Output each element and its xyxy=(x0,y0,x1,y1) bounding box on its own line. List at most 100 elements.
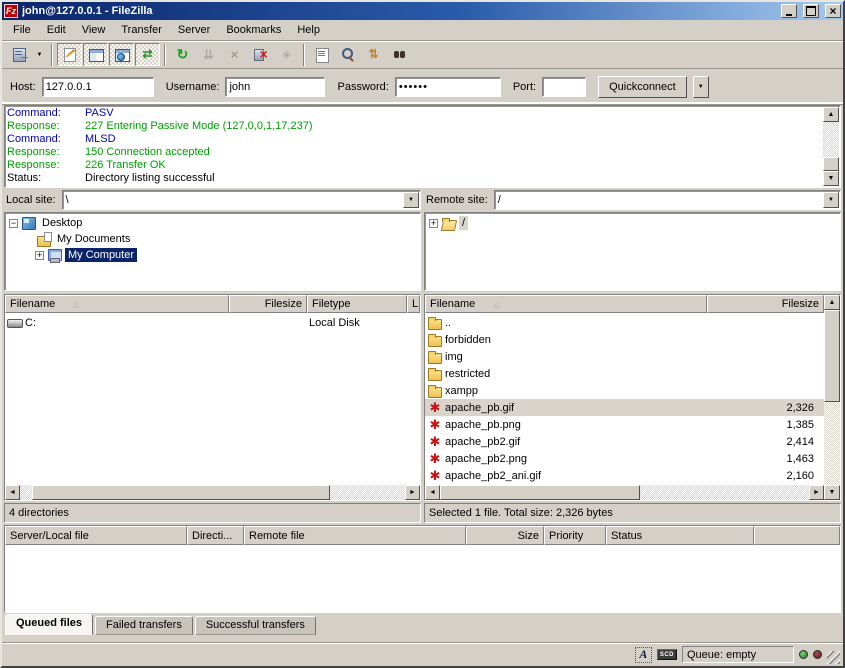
scroll-track[interactable] xyxy=(823,122,839,171)
scroll-up-icon[interactable]: ▲ xyxy=(823,107,839,122)
scroll-left-icon[interactable]: ◄ xyxy=(425,485,440,500)
scroll-down-icon[interactable]: ▼ xyxy=(824,485,840,500)
toggle-local-tree-icon xyxy=(88,47,104,62)
scroll-thumb[interactable] xyxy=(823,157,839,171)
scroll-right-icon[interactable]: ► xyxy=(405,485,420,500)
remote-site-value: / xyxy=(498,194,840,206)
site-manager-button[interactable] xyxy=(6,43,31,66)
local-site-bar: Local site: \ xyxy=(4,190,421,210)
close-button[interactable] xyxy=(825,4,841,18)
column-server-local-file[interactable]: Server/Local file xyxy=(5,526,187,545)
column-last-modified[interactable]: L xyxy=(407,295,420,313)
file-row[interactable]: .. xyxy=(425,314,824,331)
local-hscrollbar[interactable]: ◄ ► xyxy=(5,485,420,500)
remote-site-dropdown[interactable] xyxy=(823,192,839,208)
file-row[interactable]: apache_pb2_ani.gif 2,160 xyxy=(425,467,824,484)
menu-item[interactable]: File xyxy=(5,21,39,39)
remote-hscrollbar[interactable]: ◄ ► xyxy=(425,485,824,500)
tab-queued-files[interactable]: Queued files xyxy=(5,614,93,635)
scroll-right-icon[interactable]: ► xyxy=(809,485,824,500)
file-row[interactable]: apache_pb2.gif 2,414 xyxy=(425,433,824,450)
filter-button[interactable] xyxy=(309,43,334,66)
column-filesize[interactable]: Filesize xyxy=(229,295,307,313)
quickconnect-button[interactable]: Quickconnect xyxy=(598,76,687,98)
scroll-up-icon[interactable]: ▲ xyxy=(824,295,840,310)
host-input[interactable] xyxy=(42,77,154,97)
menu-item[interactable]: Server xyxy=(170,21,218,39)
dropdown-arrow-icon xyxy=(32,47,48,62)
toggle-log-button[interactable] xyxy=(57,43,82,66)
remote-vscrollbar[interactable]: ▲ ▼ xyxy=(824,295,840,500)
compare-button[interactable] xyxy=(335,43,360,66)
file-row[interactable]: restricted xyxy=(425,365,824,382)
resize-grip[interactable] xyxy=(827,651,840,664)
column-priority[interactable]: Priority xyxy=(544,526,606,545)
column-remote-file[interactable]: Remote file xyxy=(244,526,466,545)
file-row[interactable]: apache_pb2.png 1,463 xyxy=(425,450,824,467)
find-button[interactable] xyxy=(387,43,412,66)
expander-icon[interactable] xyxy=(9,219,18,228)
toggle-queue-button[interactable] xyxy=(135,43,160,66)
scroll-track[interactable] xyxy=(20,485,405,500)
column-filename[interactable]: Filename△ xyxy=(5,295,229,313)
cancel-button xyxy=(222,43,247,66)
maximize-button[interactable] xyxy=(803,4,819,18)
log-scrollbar[interactable]: ▲ ▼ xyxy=(823,107,839,186)
sync-browsing-button[interactable] xyxy=(361,43,386,66)
expander-icon[interactable] xyxy=(429,219,438,228)
toggle-remote-tree-button[interactable] xyxy=(109,43,134,66)
column-filename[interactable]: Filename△ xyxy=(425,295,707,313)
tree-item-root[interactable]: / xyxy=(425,215,840,231)
tab-successful-transfers[interactable]: Successful transfers xyxy=(195,616,316,635)
file-row[interactable]: apache_pb.png 1,385 xyxy=(425,416,824,433)
menu-item[interactable]: Edit xyxy=(39,21,74,39)
menu-item[interactable]: View xyxy=(74,21,114,39)
tree-item-my-documents[interactable]: My Documents xyxy=(5,231,420,247)
toggle-local-tree-button[interactable] xyxy=(83,43,108,66)
refresh-button[interactable] xyxy=(170,43,195,66)
quickconnect-dropdown-button[interactable] xyxy=(693,76,709,98)
file-row[interactable]: apache_pb.gif 2,326 xyxy=(425,399,824,416)
minimize-button[interactable] xyxy=(781,4,797,18)
column-filetype[interactable]: Filetype xyxy=(307,295,407,313)
scroll-track[interactable] xyxy=(440,485,809,500)
titlebar[interactable]: Fz john@127.0.0.1 - FileZilla xyxy=(2,2,843,20)
tab-failed-transfers[interactable]: Failed transfers xyxy=(95,616,193,635)
disconnect-button[interactable] xyxy=(248,43,273,66)
scroll-left-icon[interactable]: ◄ xyxy=(5,485,20,500)
expander-icon[interactable] xyxy=(35,251,44,260)
scroll-thumb[interactable] xyxy=(824,310,840,402)
port-input[interactable] xyxy=(542,77,586,97)
remote-site-combo[interactable]: / xyxy=(494,190,841,210)
scroll-thumb[interactable] xyxy=(440,485,640,500)
column-direction[interactable]: Directi... xyxy=(187,526,244,545)
process-queue-icon xyxy=(201,47,217,62)
file-row[interactable]: img xyxy=(425,348,824,365)
column-size[interactable]: Size xyxy=(466,526,544,545)
file-row[interactable]: forbidden xyxy=(425,331,824,348)
local-site-value: \ xyxy=(66,194,420,206)
tree-item-my-computer[interactable]: My Computer xyxy=(5,247,420,263)
local-list-body: C: Local Disk xyxy=(5,313,420,485)
dropdown-arrow-button[interactable] xyxy=(32,43,47,66)
speed-limit-icon[interactable]: SCD xyxy=(657,649,677,660)
scroll-track[interactable] xyxy=(824,310,840,485)
transfer-type-icon[interactable]: A xyxy=(635,647,652,663)
local-site-combo[interactable]: \ xyxy=(62,190,421,210)
local-site-dropdown[interactable] xyxy=(403,192,419,208)
column-filesize[interactable]: Filesize xyxy=(707,295,824,313)
local-file-list: Filename△ Filesize Filetype L C: Local D… xyxy=(4,294,421,501)
password-input[interactable] xyxy=(395,77,501,97)
menu-item[interactable]: Bookmarks xyxy=(218,21,289,39)
file-row[interactable]: C: Local Disk xyxy=(5,314,420,331)
scroll-thumb[interactable] xyxy=(32,485,330,500)
column-status[interactable]: Status xyxy=(606,526,754,545)
reconnect-icon xyxy=(279,47,295,62)
file-row[interactable]: xampp xyxy=(425,382,824,399)
tree-item-desktop[interactable]: Desktop xyxy=(5,215,420,231)
username-input[interactable] xyxy=(225,77,325,97)
scroll-down-icon[interactable]: ▼ xyxy=(823,171,839,186)
transfer-queue: Server/Local file Directi... Remote file… xyxy=(4,525,841,613)
menu-item[interactable]: Transfer xyxy=(113,21,170,39)
menu-item[interactable]: Help xyxy=(289,21,328,39)
